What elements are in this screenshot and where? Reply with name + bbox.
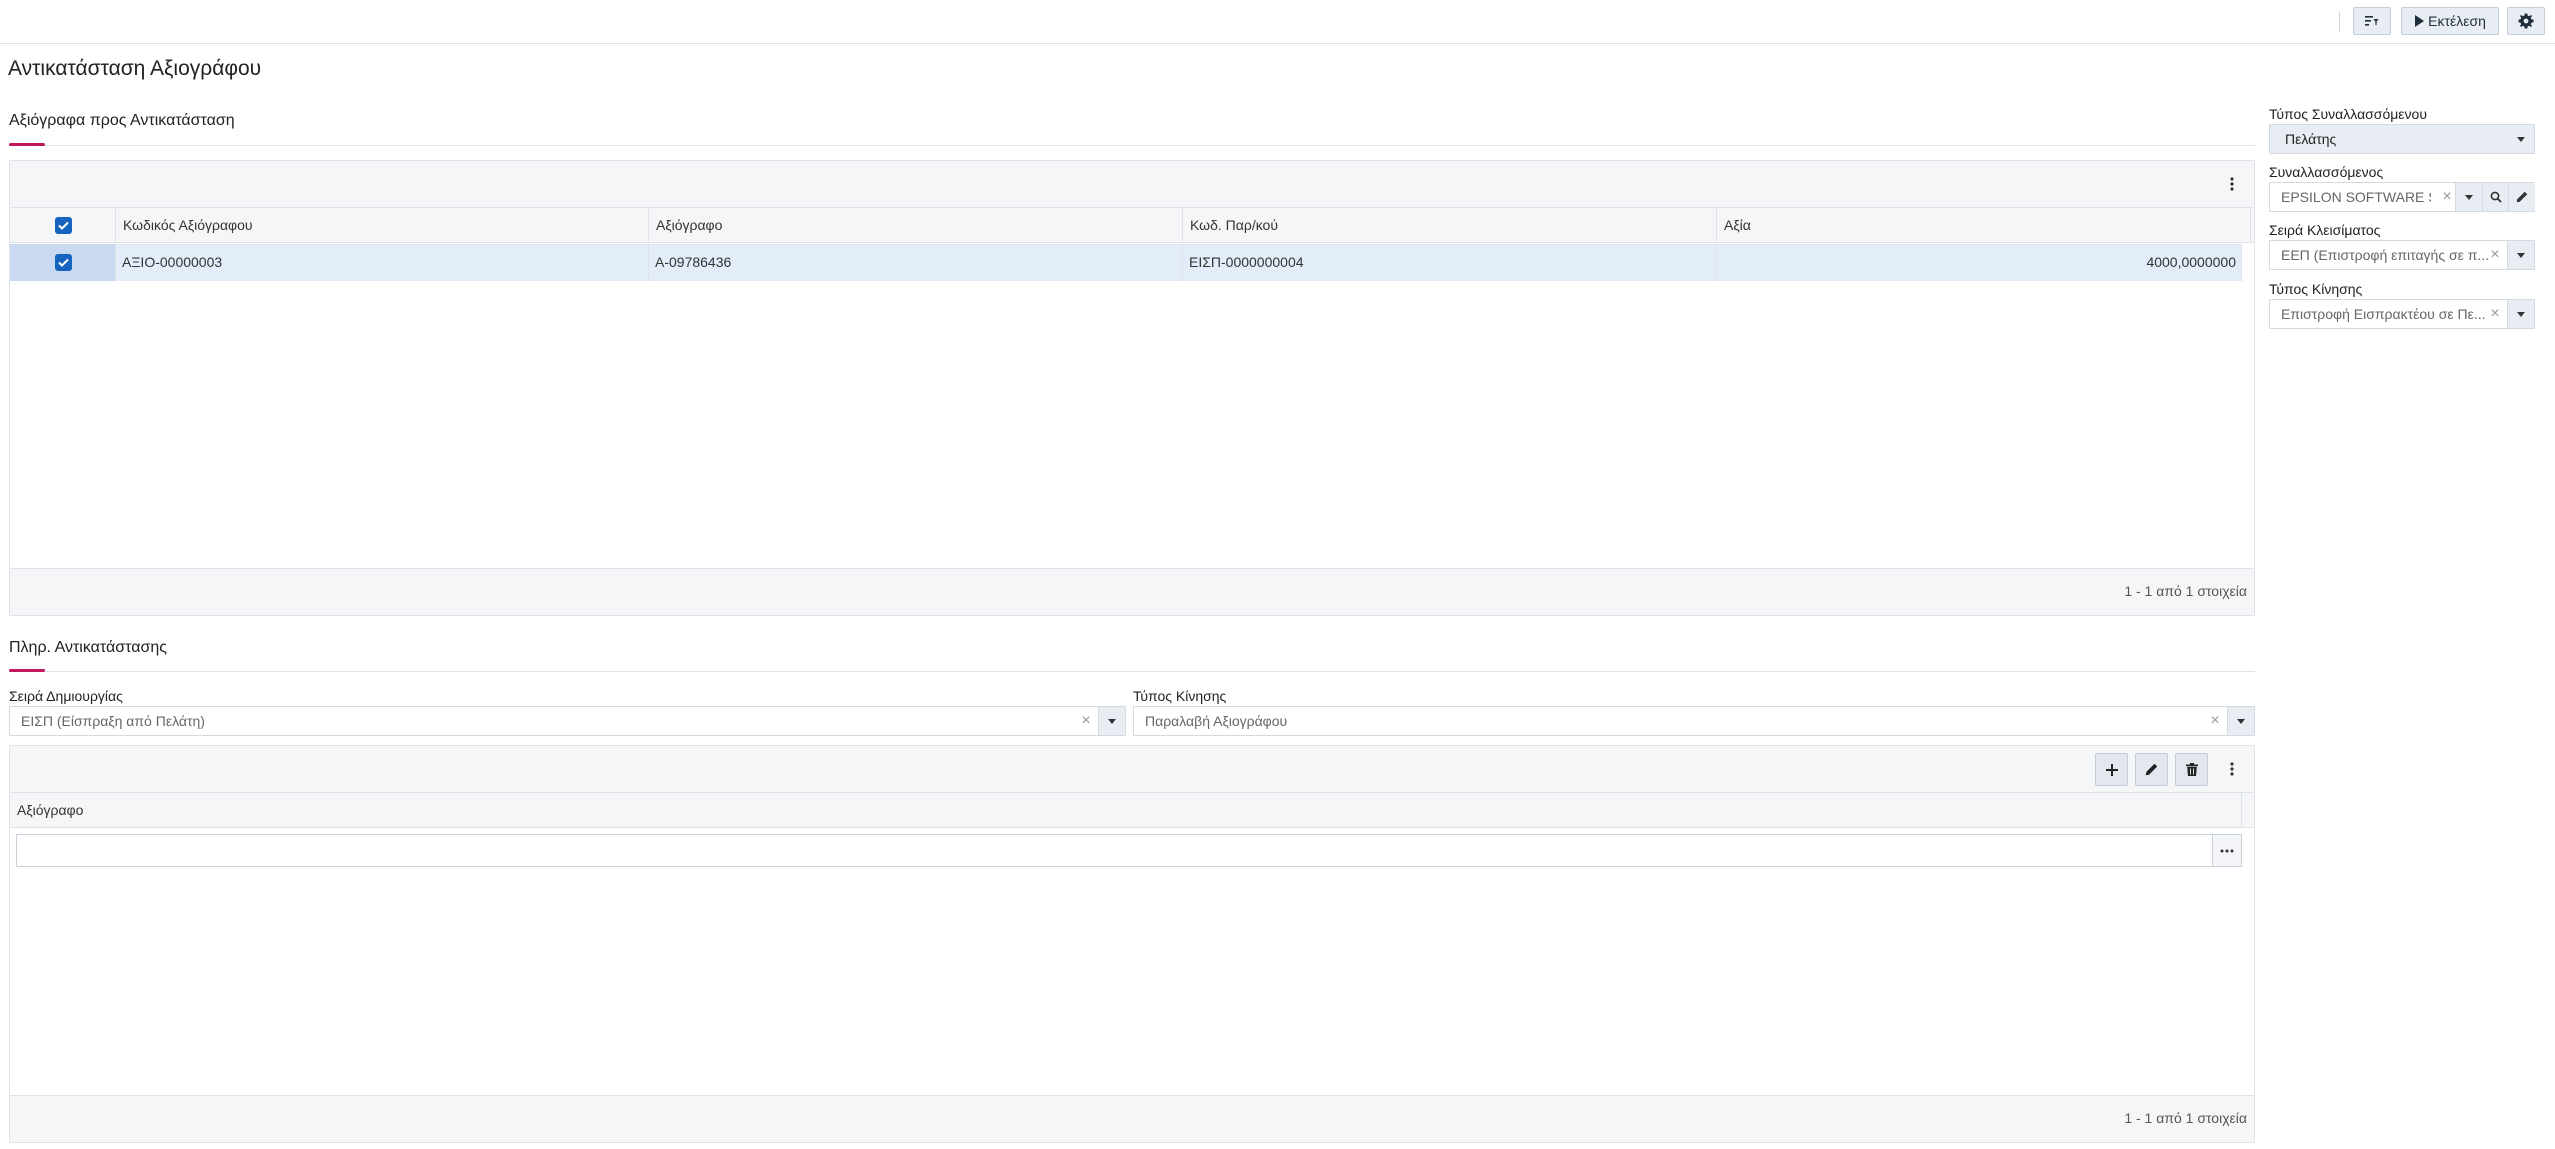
section-accent — [9, 669, 45, 672]
toolbar-separator — [2339, 12, 2340, 32]
cell-code: ΑΞΙΟ-00000003 — [116, 244, 649, 281]
replacement-grid: Αξιόγραφο 1 - 1 από 1 στοιχεία — [9, 745, 2255, 1143]
creation-series-select[interactable]: ΕΙΣΠ (Είσπραξη από Πελάτη) × — [9, 706, 1126, 736]
row-select-cell — [10, 244, 116, 281]
page-title: Αντικατάσταση Αξιογράφου — [8, 57, 262, 80]
column-header-document[interactable]: Αξιόγραφο — [10, 793, 2242, 828]
more-options-icon[interactable] — [2221, 758, 2243, 780]
filter-button[interactable] — [2353, 7, 2391, 35]
clear-icon[interactable]: × — [1078, 707, 1094, 735]
select-all-cell — [10, 208, 116, 243]
pencil-icon — [2145, 763, 2158, 776]
chevron-down-icon — [2465, 194, 2473, 200]
select-all-checkbox[interactable] — [55, 217, 72, 234]
delete-button[interactable] — [2175, 753, 2208, 786]
partner-type-value: Πελάτης — [2285, 131, 2337, 147]
movement-type-value: Παραλαβή Αξιογράφου — [1145, 713, 1288, 729]
section-divider — [9, 671, 2255, 672]
ellipsis-icon[interactable] — [2212, 835, 2241, 866]
partner-type-label: Τύπος Συναλλασσόμενου — [2269, 106, 2427, 122]
pager-info: 1 - 1 από 1 στοιχεία — [2124, 1110, 2247, 1126]
partner-value: EPSILON SOFTWARE SA — [2281, 189, 2431, 205]
clear-icon[interactable]: × — [2207, 707, 2223, 735]
settings-button[interactable] — [2507, 7, 2545, 35]
closing-series-select[interactable]: ΕΕΠ (Επιστροφή επιταγής σε π... × — [2269, 240, 2535, 270]
closing-series-label: Σειρά Κλεισίματος — [2269, 222, 2381, 238]
grid-header: Κωδικός Αξιόγραφου Αξιόγραφο Κωδ. Παρ/κο… — [10, 208, 2254, 243]
grid-header: Αξιόγραφο — [10, 793, 2254, 828]
more-options-icon[interactable] — [2221, 173, 2243, 195]
search-icon — [2490, 191, 2502, 203]
section-accent — [9, 143, 45, 146]
partner-type-select[interactable]: Πελάτης — [2269, 124, 2535, 154]
plus-icon — [2105, 763, 2118, 776]
movement-label: Τύπος Κίνησης — [2269, 281, 2363, 297]
section-title-documents: Αξιόγραφα προς Αντικατάσταση — [9, 112, 235, 129]
clear-icon[interactable]: × — [2487, 300, 2503, 328]
row-checkbox[interactable] — [55, 254, 72, 271]
chevron-down-icon[interactable] — [2507, 241, 2534, 269]
closing-series-value: ΕΕΠ (Επιστροφή επιταγής σε π... — [2281, 247, 2490, 263]
documents-grid: Κωδικός Αξιόγραφου Αξιόγραφο Κωδ. Παρ/κο… — [9, 160, 2255, 616]
edit-button[interactable] — [2135, 753, 2168, 786]
column-header-value[interactable]: Αξία — [1717, 208, 2251, 243]
creation-series-value: ΕΙΣΠ (Είσπραξη από Πελάτη) — [21, 713, 205, 729]
run-button[interactable]: Εκτέλεση — [2401, 7, 2499, 35]
chevron-down-icon[interactable] — [2227, 707, 2254, 735]
column-header-document[interactable]: Αξιόγραφο — [649, 208, 1183, 243]
partner-select[interactable]: EPSILON SOFTWARE SA × — [2269, 182, 2535, 212]
trash-icon — [2185, 763, 2198, 776]
top-toolbar: Εκτέλεση — [0, 0, 2555, 44]
pager-info: 1 - 1 από 1 στοιχεία — [2124, 583, 2247, 599]
cell-document: Α-09786436 — [649, 244, 1183, 281]
chevron-down-icon[interactable] — [1098, 707, 1125, 735]
grid-footer: 1 - 1 από 1 στοιχεία — [10, 568, 2254, 615]
partner-search-button[interactable] — [2482, 183, 2509, 211]
table-row[interactable]: ΑΞΙΟ-00000003 Α-09786436 ΕΙΣΠ-0000000004… — [10, 244, 2242, 281]
section-title-replacement: Πληρ. Αντικατάστασης — [9, 639, 167, 656]
grid-footer: 1 - 1 από 1 στοιχεία — [10, 1095, 2254, 1142]
chevron-down-icon[interactable] — [2507, 125, 2534, 153]
column-header-code[interactable]: Κωδικός Αξιόγραφου — [116, 208, 649, 243]
check-icon — [58, 258, 69, 267]
creation-series-label: Σειρά Δημιουργίας — [9, 688, 123, 704]
gear-icon — [2518, 13, 2534, 29]
section-divider — [9, 145, 2255, 146]
check-icon — [58, 221, 69, 230]
pencil-icon — [2516, 191, 2528, 203]
add-button[interactable] — [2095, 753, 2128, 786]
document-input[interactable] — [16, 834, 2242, 867]
column-header-receipt-code[interactable]: Κωδ. Παρ/κού — [1183, 208, 1717, 243]
movement-select[interactable]: Επιστροφή Εισπρακτέου σε Πε... × — [2269, 299, 2535, 329]
movement-type-select[interactable]: Παραλαβή Αξιογράφου × — [1133, 706, 2255, 736]
partner-edit-button[interactable] — [2508, 183, 2535, 211]
run-label: Εκτέλεση — [2428, 13, 2486, 29]
grid-toolbar — [10, 746, 2254, 793]
filter-list-icon — [2365, 16, 2379, 26]
clear-icon[interactable]: × — [2487, 241, 2503, 269]
chevron-down-icon[interactable] — [2507, 300, 2534, 328]
clear-icon[interactable]: × — [2439, 183, 2455, 211]
movement-value: Επιστροφή Εισπρακτέου σε Πε... — [2281, 306, 2486, 322]
partner-dropdown[interactable] — [2455, 183, 2482, 211]
grid-toolbar — [10, 161, 2254, 208]
play-icon — [2415, 15, 2425, 27]
cell-value: 4000,0000000 — [1717, 244, 2242, 281]
cell-receipt-code: ΕΙΣΠ-0000000004 — [1183, 244, 1717, 281]
movement-type-label: Τύπος Κίνησης — [1133, 688, 1227, 704]
partner-label: Συναλλασσόμενος — [2269, 164, 2384, 180]
